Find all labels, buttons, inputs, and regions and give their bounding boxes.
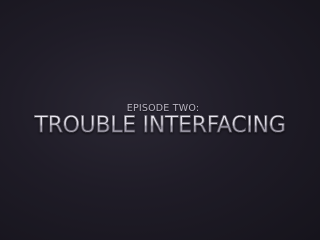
title-card: EPISODE TWO: TROUBLE INTERFACING [0, 0, 320, 240]
episode-title: TROUBLE INTERFACING [0, 113, 320, 139]
